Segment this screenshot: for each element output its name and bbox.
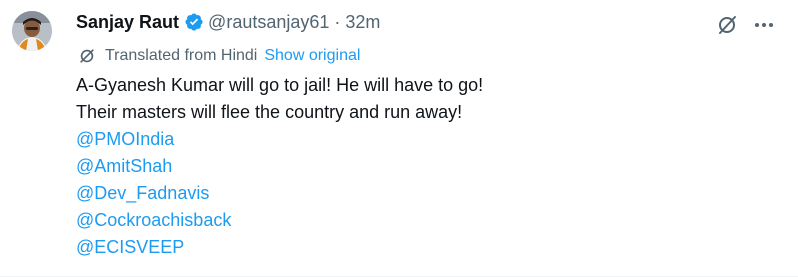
- show-original-link[interactable]: Show original: [264, 47, 360, 65]
- translated-label: Translated from Hindi: [105, 47, 258, 64]
- grok-icon[interactable]: [715, 13, 739, 37]
- mention-link[interactable]: @AmitShah: [76, 153, 483, 180]
- tweet-header: Sanjay Raut @rautsanjay61 · 32m: [76, 10, 380, 34]
- more-options-icon[interactable]: [752, 13, 776, 37]
- mention-link[interactable]: @ECISVEEP: [76, 234, 483, 261]
- author-handle[interactable]: @rautsanjay61: [208, 12, 329, 33]
- tweet-text: A-Gyanesh Kumar will go to jail! He will…: [76, 72, 483, 261]
- timestamp[interactable]: 32m: [345, 12, 380, 33]
- tweet-text-line: Their masters will flee the country and …: [76, 102, 463, 122]
- verified-badge-icon: [185, 13, 203, 31]
- mention-link[interactable]: @PMOIndia: [76, 126, 483, 153]
- translation-bar: Translated from Hindi Show original: [77, 46, 360, 66]
- translate-icon: [80, 49, 94, 63]
- avatar-photo: [12, 11, 52, 51]
- tweet[interactable]: Sanjay Raut @rautsanjay61 · 32m Translat…: [0, 0, 798, 277]
- tweet-text-line: A-Gyanesh Kumar will go to jail! He will…: [76, 75, 484, 95]
- mention-link[interactable]: @Dev_Fadnavis: [76, 180, 483, 207]
- mention-link[interactable]: @Cockroachisback: [76, 207, 483, 234]
- avatar[interactable]: [12, 11, 52, 51]
- separator-dot: ·: [334, 11, 341, 32]
- author-name[interactable]: Sanjay Raut: [76, 12, 179, 33]
